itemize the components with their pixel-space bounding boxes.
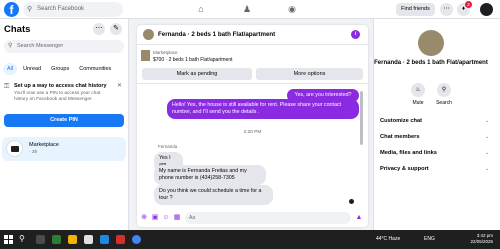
- info-icon[interactable]: i: [351, 30, 360, 39]
- pin-card-title: Set up a way to access chat history: [14, 83, 107, 89]
- chat-title[interactable]: Fernanda · 2 beds 1 bath Flat/apartment: [158, 31, 275, 38]
- message-timestamp: 2:20 PM: [243, 130, 262, 135]
- chevron-down-icon: ⌄: [485, 166, 490, 172]
- search-icon: ⚲: [27, 6, 33, 13]
- weather-widget[interactable]: 44°C Haze: [376, 236, 400, 242]
- pin-card-description: You'll now use a PIN to access your chat…: [14, 91, 101, 102]
- menu-grid-icon[interactable]: ⋯: [440, 3, 453, 16]
- home-icon[interactable]: ⌂: [194, 3, 208, 16]
- clock-date: 22/05/2025: [470, 239, 493, 244]
- chevron-down-icon: ⌄: [485, 134, 490, 140]
- profile-avatar[interactable]: [480, 3, 493, 16]
- chats-title: Chats: [4, 24, 31, 35]
- bell-icon[interactable]: ♨: [411, 83, 425, 97]
- facebook-search-input[interactable]: ⚲ Search Facebook: [23, 2, 123, 17]
- listing-thumbnail[interactable]: [141, 50, 150, 61]
- create-pin-button[interactable]: Create PIN: [4, 114, 124, 127]
- app-icon[interactable]: [84, 235, 93, 244]
- more-options-button[interactable]: More options: [256, 68, 363, 80]
- start-icon[interactable]: [4, 235, 13, 244]
- search-icon[interactable]: ⚲: [437, 83, 451, 97]
- system-clock[interactable]: 3:42 pm 22/05/2025: [465, 233, 493, 245]
- chat-filters: All Unread Groups Communities: [3, 63, 115, 75]
- task-view-icon[interactable]: [36, 235, 45, 244]
- filter-communities[interactable]: Communities: [75, 63, 115, 75]
- messenger-search-input[interactable]: ⚲ Search Messenger: [4, 40, 124, 53]
- section-customize-chat[interactable]: Customize chat: [380, 118, 422, 124]
- chat-history-pin-card: ⚿ Set up a way to access chat history Yo…: [4, 82, 124, 130]
- close-icon[interactable]: ✕: [117, 82, 122, 89]
- marketplace-listing-banner: Marketplace $700 · 2 beds 1 bath Flat/ap…: [137, 46, 368, 84]
- groups-icon[interactable]: ◉: [285, 3, 299, 16]
- add-icon[interactable]: ⊕: [140, 214, 148, 222]
- contact-name: Fernanda · 2 beds 1 bath Flat/apartment: [374, 60, 488, 66]
- like-icon[interactable]: ▲: [355, 214, 363, 222]
- conversation-info-panel: Fernanda · 2 beds 1 bath Flat/apartment …: [373, 19, 500, 230]
- mute-label: Mute: [412, 100, 424, 106]
- chat-header: Fernanda · 2 beds 1 bath Flat/apartment …: [137, 25, 368, 45]
- marketplace-icon: [6, 140, 23, 157]
- app-icon[interactable]: [116, 235, 125, 244]
- photo-icon[interactable]: ▣: [151, 214, 159, 222]
- section-chat-members[interactable]: Chat members: [380, 134, 420, 140]
- app-icon[interactable]: [52, 235, 61, 244]
- chats-sidebar: Chats ⋯ ✎ ⚲ Search Messenger All Unread …: [0, 19, 129, 230]
- chat-window: Fernanda · 2 beds 1 bath Flat/apartment …: [137, 25, 368, 227]
- seen-indicator: [349, 199, 354, 204]
- search-label: Search: [436, 100, 452, 106]
- find-friends-button[interactable]: Find friends: [396, 3, 435, 16]
- gif-icon[interactable]: ▦: [173, 214, 181, 222]
- listing-price: $700 · 2 beds 1 bath Flat/apartment: [153, 57, 233, 63]
- facebook-search-placeholder: Search Facebook: [37, 6, 85, 12]
- conversation-name: Marketplace: [29, 142, 59, 148]
- notification-badge: 2: [465, 1, 472, 8]
- chrome-icon[interactable]: [132, 235, 141, 244]
- listing-source-label: Marketplace: [153, 50, 178, 55]
- section-privacy-support[interactable]: Privacy & support: [380, 166, 429, 172]
- message-incoming: Do you think we could schedule a time fo…: [154, 185, 273, 205]
- browser-icon[interactable]: [100, 235, 109, 244]
- language-indicator[interactable]: ENG: [424, 236, 435, 242]
- mark-as-pending-button[interactable]: Mark as pending: [142, 68, 252, 80]
- message-scrollbar[interactable]: [360, 91, 363, 145]
- taskbar-search-icon[interactable]: ⚲: [19, 234, 25, 243]
- message-sender: Fernanda: [158, 144, 178, 149]
- windows-taskbar: ⚲ 44°C Haze ENG 3:42 pm 22/05/2025: [0, 230, 500, 249]
- sticker-icon[interactable]: ☺: [162, 214, 170, 222]
- message-input[interactable]: Aa: [185, 212, 351, 224]
- contact-avatar[interactable]: [418, 30, 444, 56]
- lock-icon: ⚿: [4, 83, 10, 90]
- facebook-logo[interactable]: f: [4, 2, 19, 17]
- new-message-icon[interactable]: ✎: [110, 23, 122, 35]
- file-explorer-icon[interactable]: [68, 235, 77, 244]
- chevron-down-icon: ⌄: [485, 150, 490, 156]
- section-media-files-links[interactable]: Media, files and links: [380, 150, 437, 156]
- more-options-icon[interactable]: ⋯: [93, 23, 105, 35]
- filter-groups[interactable]: Groups: [47, 63, 73, 75]
- chevron-down-icon: ⌄: [485, 118, 490, 124]
- filter-all[interactable]: All: [3, 63, 18, 75]
- friends-icon[interactable]: ♟: [240, 3, 254, 16]
- conversation-item-marketplace[interactable]: Marketplace · 3h: [2, 137, 126, 161]
- top-navigation-bar: f ⚲ Search Facebook ⌂ ♟ ◉ Find friends ⋯…: [0, 0, 500, 19]
- messenger-search-placeholder: Search Messenger: [17, 43, 64, 49]
- message-composer: ⊕ ▣ ☺ ▦ Aa ▲: [137, 210, 368, 227]
- message-outgoing: Hello! Yes, the house is still available…: [167, 99, 359, 119]
- message-list: Yes, are you interested? Hello! Yes, the…: [137, 84, 368, 212]
- message-incoming: My name is Fernanda Freitas and my phone…: [154, 165, 266, 185]
- filter-unread[interactable]: Unread: [19, 63, 45, 75]
- conversation-time: · 3h: [29, 150, 38, 155]
- chat-avatar[interactable]: [143, 29, 154, 40]
- search-icon: ⚲: [8, 43, 13, 49]
